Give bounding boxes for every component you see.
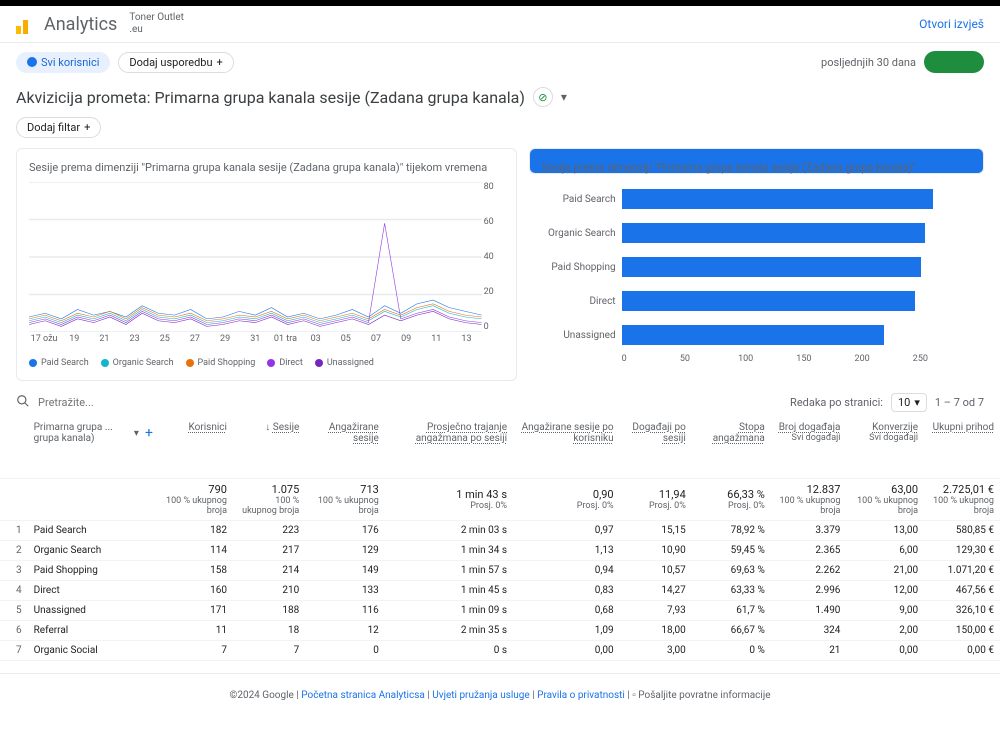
table-row[interactable]: 3Paid Shopping1582141491 min 57 s0,9410,… (0, 560, 1000, 580)
data-table: Primarna grupa ... grupa kanala) ▾ +Kori… (0, 418, 1000, 661)
open-report-link[interactable]: Otvori izvješ (919, 17, 984, 31)
column-header[interactable]: Stopa angažmana (692, 418, 771, 478)
line-chart-y-axis: 806040200 (484, 182, 504, 332)
all-users-chip[interactable]: Svi korisnici (16, 52, 110, 73)
chart-legend: Paid Search Organic Search Paid Shopping Di… (29, 358, 504, 368)
date-picker-button[interactable] (924, 51, 984, 73)
line-chart-x-axis: 17 ožu1921232527293101 tra030507091113 (29, 334, 482, 352)
bar-chart-plot[interactable] (622, 182, 971, 352)
legend-item[interactable]: Unassigned (315, 358, 374, 368)
column-header[interactable]: Događaji po sesiji (620, 418, 692, 478)
column-header[interactable]: Ukupni prihod (924, 418, 1000, 478)
add-comparison-chip[interactable]: Dodaj usporedbu + (118, 52, 233, 73)
line-chart-card: Sesije prema dimenziji "Primarna grupa k… (16, 148, 517, 381)
bar[interactable] (622, 257, 921, 277)
footer-link-home[interactable]: Početna stranica Analyticsa (301, 690, 425, 701)
rows-per-page-label: Redaka po stranici: (790, 396, 883, 409)
legend-item[interactable]: Paid Search (29, 358, 89, 368)
plus-icon: + (84, 121, 90, 134)
page-footer: ©2024 Google | Početna stranica Analytic… (0, 673, 1000, 717)
bar-chart-card: Sesije prema dimenziji "Primarna grupa k… (529, 148, 984, 174)
add-filter-chip[interactable]: Dodaj filtar + (16, 117, 101, 138)
chevron-down-icon: ▾ (914, 396, 920, 409)
legend-item[interactable]: Paid Shopping (186, 358, 256, 368)
add-dimension-button[interactable]: + (145, 425, 153, 441)
legend-item[interactable]: Organic Search (101, 358, 174, 368)
chevron-down-icon[interactable]: ▾ (134, 428, 139, 439)
footer-link-terms[interactable]: Uvjeti pružanja usluge (432, 690, 530, 701)
analytics-logo-icon (16, 14, 36, 34)
search-input[interactable] (38, 396, 782, 409)
status-check-icon[interactable]: ⊘ (533, 87, 553, 107)
date-range-label[interactable]: posljednjih 30 dana (821, 56, 916, 69)
bar-chart-title: Sesije prema dimenziji "Primarna grupa k… (542, 161, 971, 174)
totals-row: 790100 % ukupnog broja1.075100 % ukupnog… (0, 478, 1000, 520)
segment-dot-icon (27, 57, 37, 67)
line-chart-title: Sesije prema dimenziji "Primarna grupa k… (29, 161, 504, 174)
table-row[interactable]: 5Unassigned1711881161 min 09 s0,687,9361… (0, 600, 1000, 620)
table-row[interactable]: 2Organic Search1142171291 min 34 s1,1310… (0, 540, 1000, 560)
table-row[interactable]: 6Referral1118122 min 35 s1,0918,0066,67 … (0, 620, 1000, 640)
footer-feedback[interactable]: Pošaljite povratne informacije (638, 690, 770, 701)
column-header[interactable]: Prosječno trajanje angažmana po sesiji (385, 418, 513, 478)
app-header: Analytics Toner Outlet .eu Otvori izvješ (0, 6, 1000, 43)
bar-chart-labels: Paid SearchOrganic SearchPaid ShoppingDi… (542, 182, 622, 352)
property-selector[interactable]: Toner Outlet .eu (129, 12, 184, 36)
dropdown-caret-icon[interactable]: ▾ (561, 90, 567, 104)
table-toolbar: Redaka po stranici: 10 ▾ 1 – 7 od 7 (0, 381, 1000, 418)
column-header[interactable]: Korisnici (159, 418, 233, 478)
line-chart-plot[interactable] (29, 182, 482, 332)
bar[interactable] (622, 325, 885, 345)
brand-name: Analytics (44, 14, 117, 35)
legend-item[interactable]: Direct (267, 358, 303, 368)
feedback-icon: ▫ (632, 690, 636, 701)
bar[interactable] (622, 223, 925, 243)
column-header[interactable]: Broj događajaSvi događaji (771, 418, 847, 478)
bar[interactable] (622, 189, 934, 209)
column-header[interactable]: Angažirane sesije po korisniku (513, 418, 620, 478)
plus-icon: + (217, 56, 223, 69)
search-icon (16, 394, 30, 411)
column-header[interactable]: ↓ Sesije (233, 418, 305, 478)
table-row[interactable]: 7Organic Social7700 s0,003,000 %210,000,… (0, 640, 1000, 660)
footer-link-privacy[interactable]: Pravila o privatnosti (537, 690, 625, 701)
page-title-row: Akvizicija prometa: Primarna grupa kanal… (0, 81, 1000, 113)
bar-chart-x-axis: 050100150200250 (622, 354, 971, 364)
rows-per-page-select[interactable]: 10 ▾ (891, 393, 927, 412)
column-header[interactable]: Angažirane sesije (305, 418, 385, 478)
page-title: Akvizicija prometa: Primarna grupa kanal… (16, 88, 525, 107)
pagination-label: 1 – 7 od 7 (935, 396, 984, 409)
bar[interactable] (622, 291, 916, 311)
column-header[interactable]: KonverzijeSvi događaji (846, 418, 924, 478)
table-row[interactable]: 4Direct1602101331 min 45 s0,8314,2763,33… (0, 580, 1000, 600)
controls-bar: Svi korisnici Dodaj usporedbu + posljedn… (0, 43, 1000, 81)
table-row[interactable]: 1Paid Search1822231762 min 03 s0,9715,15… (0, 520, 1000, 540)
